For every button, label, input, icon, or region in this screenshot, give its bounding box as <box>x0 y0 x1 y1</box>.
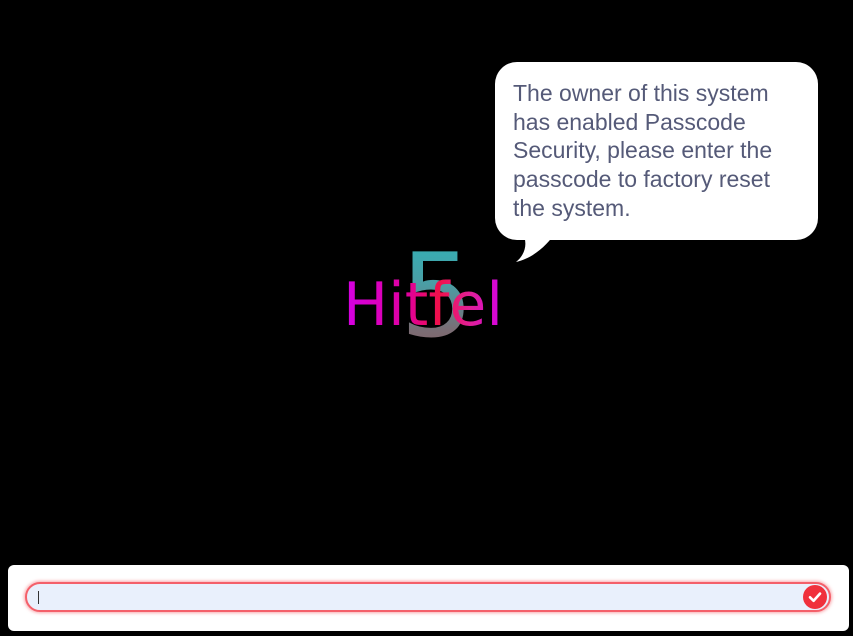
check-icon <box>808 592 822 603</box>
passcode-input[interactable] <box>37 584 797 610</box>
submit-passcode-button[interactable] <box>803 585 827 609</box>
hitfel-logo: 5 Hitfel <box>340 232 515 368</box>
passcode-field[interactable] <box>25 582 831 612</box>
lock-screen: The owner of this system has enabled Pas… <box>0 0 853 636</box>
logo-word: Hitfel <box>343 270 504 340</box>
speech-bubble: The owner of this system has enabled Pas… <box>495 62 818 240</box>
speech-bubble-tail <box>516 232 556 262</box>
bubble-message: The owner of this system has enabled Pas… <box>513 80 773 221</box>
passcode-panel <box>8 565 849 631</box>
text-caret <box>38 591 39 604</box>
